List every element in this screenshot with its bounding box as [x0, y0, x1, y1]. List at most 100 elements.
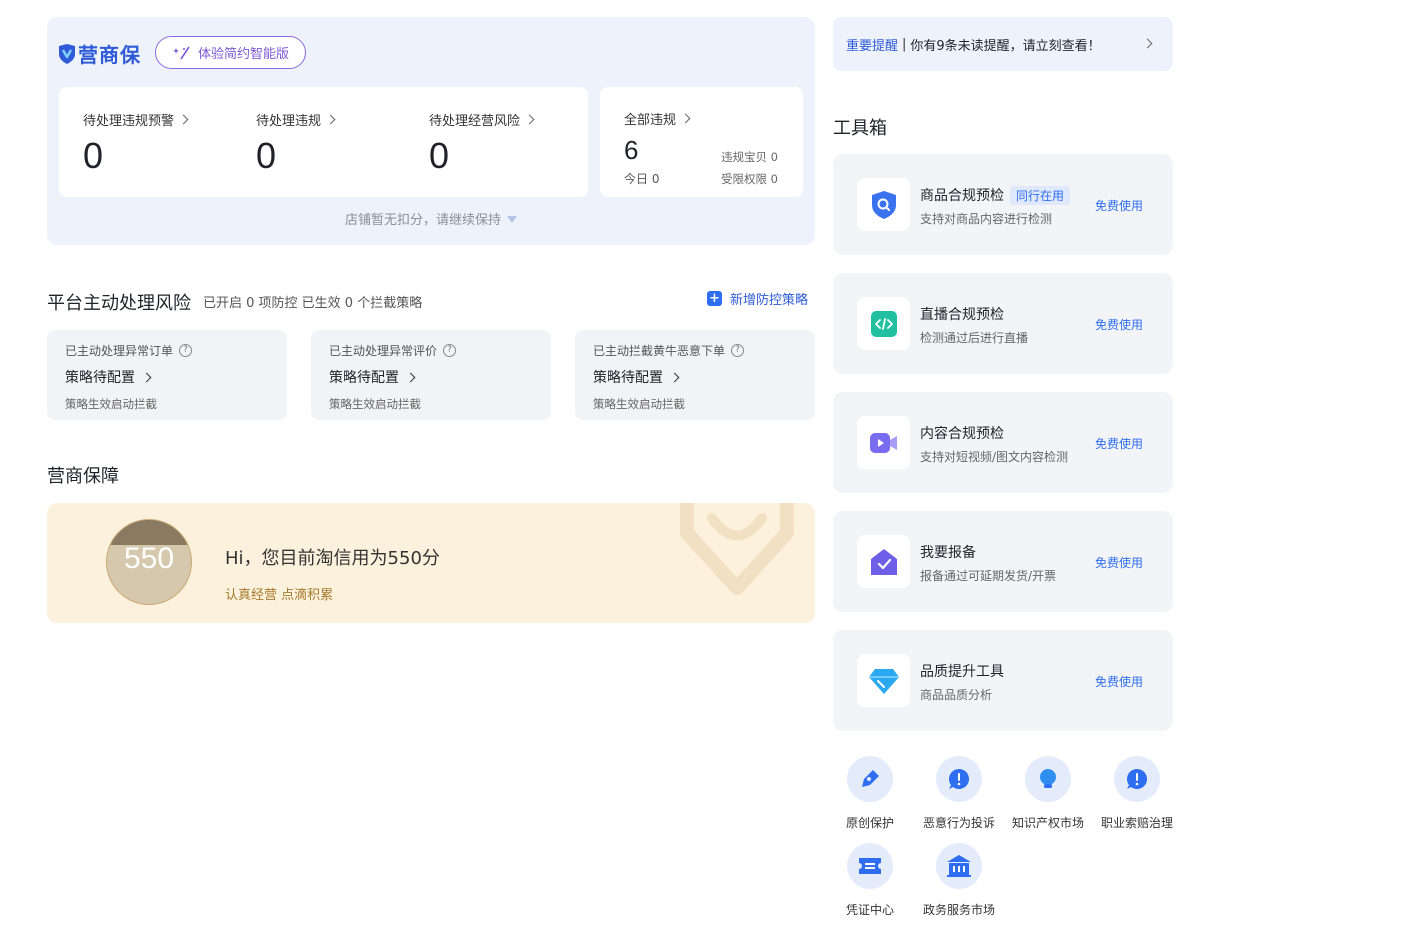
chevron-right-icon [1142, 38, 1153, 49]
quick-link-voucher-center[interactable]: 凭证中心 [830, 843, 910, 918]
help-icon[interactable]: ? [443, 344, 457, 357]
strategy-status: 策略待配置 [593, 370, 663, 386]
tool-card-content-check[interactable]: 内容合规预检 支持对短视频/图文内容检测 免费使用 [833, 392, 1173, 493]
chevron-right-icon [178, 114, 189, 125]
strategy-config-link[interactable]: 策略待配置 [65, 367, 152, 387]
tool-name: 我要报备 [920, 545, 976, 561]
free-use-button[interactable]: 免费使用 [1095, 554, 1143, 571]
government-icon [947, 855, 971, 877]
tool-name: 直播合规预检 [920, 307, 1004, 323]
risk-card-title: 已主动处理异常订单 [65, 344, 174, 358]
strategy-config-link[interactable]: 策略待配置 [329, 367, 416, 387]
toolbox-title: 工具箱 [833, 118, 887, 139]
smart-version-button[interactable]: 体验简约智能版 [155, 36, 307, 69]
risk-card-scalper-orders: 已主动拦截黄牛恶意下单? 策略待配置 策略生效启动拦截 [575, 330, 815, 420]
risk-card-abnormal-reviews: 已主动处理异常评价? 策略待配置 策略生效启动拦截 [311, 330, 551, 420]
violation-items-count: 违规宝贝 0 [721, 150, 778, 164]
risk-section-title: 平台主动处理风险 [47, 293, 191, 314]
tool-desc: 检测通过后进行直播 [920, 331, 1029, 345]
tool-desc: 支持对短视频/图文内容检测 [920, 450, 1069, 464]
risk-card-note: 策略生效启动拦截 [65, 397, 157, 411]
help-icon[interactable]: ? [731, 344, 745, 357]
all-violations-box[interactable]: 全部违规 6 今日 0 违规宝贝 0 受限权限 0 [600, 87, 803, 197]
stat-value: 0 [256, 135, 277, 176]
smart-version-label: 体验简约智能版 [198, 47, 290, 62]
risk-subtitle: 已开启 0 项防控 已生效 0 个拦截策略 [203, 296, 423, 311]
chevron-right-icon [669, 372, 680, 382]
strategy-config-link[interactable]: 策略待配置 [593, 367, 680, 387]
alert-icon [949, 769, 969, 789]
tool-card-report[interactable]: 我要报备 报备通过可延期发货/开票 免费使用 [833, 511, 1173, 612]
tool-desc: 报备通过可延期发货/开票 [920, 569, 1057, 583]
quick-link-malicious-complaint[interactable]: 恶意行为投诉 [919, 756, 999, 831]
notice-separator: | [902, 36, 907, 52]
quick-link-label: 政务服务市场 [922, 903, 995, 917]
guarantee-section-title: 营商保障 [47, 466, 119, 487]
chevron-right-icon [680, 113, 691, 124]
pending-stats: 待处理违规预警 0 待处理违规 0 待处理经营风险 0 [59, 87, 588, 197]
strategy-status: 策略待配置 [65, 370, 135, 386]
pen-icon [862, 770, 879, 787]
stat-label: 待处理经营风险 [429, 114, 521, 129]
tool-desc: 支持对商品内容进行检测 [920, 212, 1053, 226]
quick-link-original-protection[interactable]: 原创保护 [830, 756, 910, 831]
chevron-right-icon [325, 114, 336, 125]
free-use-button[interactable]: 免费使用 [1095, 435, 1143, 452]
chevron-right-icon [141, 372, 152, 382]
shield-search-icon [871, 190, 896, 219]
brand-name: 营商保 [78, 43, 141, 67]
quick-link-government-market[interactable]: 政务服务市场 [919, 843, 999, 918]
notice-text: 你有9条未读提醒，请立刻查看！ [910, 38, 1101, 54]
risk-card-abnormal-orders: 已主动处理异常订单? 策略待配置 策略生效启动拦截 [47, 330, 287, 420]
tool-card-product-check[interactable]: 商品合规预检 同行在用 支持对商品内容进行检测 免费使用 [833, 154, 1173, 255]
all-violations-value: 6 [624, 135, 639, 165]
risk-card-note: 策略生效启动拦截 [329, 397, 421, 411]
quick-link-claim-governance[interactable]: 职业索赔治理 [1097, 756, 1177, 831]
alert-icon [1127, 769, 1147, 789]
stat-value: 0 [429, 135, 450, 176]
add-strategy-button[interactable]: + 新增防控策略 [707, 289, 808, 308]
credit-score-card: 550 Hi，您目前淘信用为550分 认真经营 点滴积累 [47, 503, 815, 623]
report-check-icon [870, 548, 897, 575]
plus-icon: + [707, 291, 722, 306]
bulb-icon [1040, 769, 1056, 788]
free-use-button[interactable]: 免费使用 [1095, 673, 1143, 690]
credit-score-value: 550 [123, 542, 175, 575]
deduct-note[interactable]: 店铺暂无扣分，请继续保持 [47, 209, 815, 228]
stat-value: 0 [83, 135, 104, 176]
shield-watermark-icon [680, 503, 794, 595]
video-icon [869, 432, 897, 453]
quick-link-label: 职业索赔治理 [1100, 816, 1173, 830]
free-use-button[interactable]: 免费使用 [1095, 197, 1143, 214]
magic-wand-icon [173, 46, 190, 59]
tool-card-quality[interactable]: 品质提升工具 商品品质分析 免费使用 [833, 630, 1173, 731]
credit-motto: 认真经营 点滴积累 [225, 588, 334, 603]
tool-card-live-check[interactable]: 直播合规预检 检测通过后进行直播 免费使用 [833, 273, 1173, 374]
tool-name: 品质提升工具 [920, 664, 1004, 680]
free-use-button[interactable]: 免费使用 [1095, 316, 1143, 333]
quick-link-label: 知识产权市场 [1011, 816, 1084, 830]
quick-link-label: 恶意行为投诉 [922, 816, 995, 830]
important-notice-bar[interactable]: 重要提醒 | 你有9条未读提醒，请立刻查看！ [833, 17, 1173, 71]
quick-link-label: 凭证中心 [845, 903, 894, 917]
tool-desc: 商品品质分析 [920, 688, 993, 702]
ticket-icon [859, 858, 881, 874]
help-icon[interactable]: ? [179, 344, 193, 357]
shield-v-icon [59, 43, 75, 64]
tool-name: 内容合规预检 [920, 426, 1004, 442]
compliance-summary-card: 营商保 体验简约智能版 待处理违规预警 0 待处理违规 0 待处理经营风险 0 … [47, 17, 815, 245]
caret-down-icon [507, 216, 517, 223]
notice-tag: 重要提醒 [846, 38, 899, 54]
deduct-note-text: 店铺暂无扣分，请继续保持 [344, 213, 501, 228]
quick-link-label: 原创保护 [845, 816, 894, 830]
diamond-icon [868, 668, 899, 694]
restricted-permissions-count: 受限权限 0 [721, 172, 778, 186]
quick-link-ip-market[interactable]: 知识产权市场 [1008, 756, 1088, 831]
today-count: 今日 0 [624, 172, 660, 186]
risk-card-title: 已主动处理异常评价 [329, 344, 438, 358]
chevron-right-icon [405, 372, 416, 382]
risk-card-title: 已主动拦截黄牛恶意下单 [593, 344, 726, 358]
credit-score-badge: 550 [106, 519, 192, 605]
code-icon [870, 310, 897, 337]
add-strategy-label: 新增防控策略 [730, 293, 809, 308]
